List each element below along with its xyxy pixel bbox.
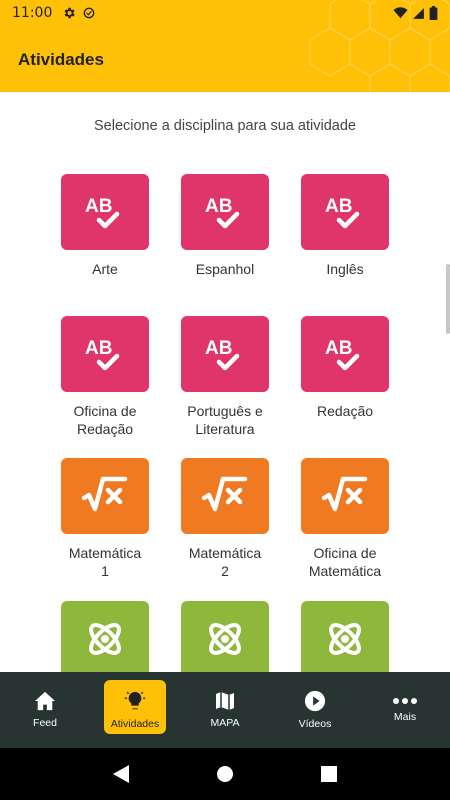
nav-item-feed[interactable]: Feed: [0, 672, 90, 748]
sqrt-x-icon: [201, 476, 248, 512]
subject-tile-matematica-1[interactable]: Matemática 1: [45, 458, 165, 580]
ab-check-icon: AB: [85, 196, 120, 229]
nav-item-mapa[interactable]: MAPA: [180, 672, 270, 748]
data-saver-icon: [83, 7, 95, 19]
ab-check-icon: AB: [325, 196, 360, 229]
play-circle-icon: [304, 690, 326, 712]
subject-label: Oficina de Redação: [73, 403, 137, 437]
svg-text:AB: AB: [85, 196, 112, 217]
atom-icon: [89, 623, 121, 655]
subject-button[interactable]: AB: [61, 174, 149, 250]
subject-button[interactable]: [61, 601, 149, 672]
more-dots-icon: [393, 698, 417, 704]
home-icon: [35, 691, 55, 711]
app-bar: 11:00 Atividades: [0, 0, 450, 92]
bottom-navigation: Feed Atividades MAPA Vídeos Mais: [0, 672, 450, 748]
ab-check-icon: AB: [205, 338, 240, 371]
nav-item-atividades[interactable]: Atividades: [90, 672, 180, 748]
screen: 11:00 Atividades Selecione a disciplina …: [0, 0, 450, 800]
ab-check-icon: AB: [325, 338, 360, 371]
subject-button[interactable]: AB: [61, 316, 149, 392]
battery-icon: [429, 6, 438, 20]
subject-label: Português e Literatura: [187, 403, 263, 437]
nav-item-mais[interactable]: Mais: [360, 672, 450, 748]
subject-tile-redacao[interactable]: AB Redação: [285, 316, 405, 420]
sqrt-x-icon: [321, 476, 368, 512]
system-navigation-bar: [0, 748, 450, 800]
svg-text:AB: AB: [325, 338, 352, 359]
subject-label: Inglês: [326, 261, 364, 277]
subject-button[interactable]: [181, 601, 269, 672]
subject-tile-ingles[interactable]: AB Inglês: [285, 174, 405, 278]
subject-tile-science-1[interactable]: [45, 601, 165, 672]
nav-label: Mais: [393, 711, 417, 723]
subject-tile-oficina-redacao[interactable]: AB Oficina de Redação: [45, 316, 165, 438]
subject-tile-arte[interactable]: AB Arte: [45, 174, 165, 278]
nav-label: Vídeos: [298, 718, 332, 730]
subjects-grid-area[interactable]: Selecione a disciplina para sua atividad…: [0, 92, 450, 672]
nav-label: Atividades: [110, 718, 160, 730]
lightbulb-icon: [124, 691, 146, 710]
nav-label: MAPA: [210, 717, 240, 729]
svg-text:AB: AB: [325, 196, 352, 217]
wifi-icon: [393, 7, 408, 19]
subject-button[interactable]: [301, 601, 389, 672]
svg-text:AB: AB: [205, 196, 232, 217]
subject-label: Matemática 1: [68, 545, 142, 579]
subject-button[interactable]: AB: [301, 174, 389, 250]
subject-label: Arte: [92, 261, 118, 277]
sqrt-x-icon: [81, 476, 128, 512]
subject-button[interactable]: [61, 458, 149, 534]
subject-tile-oficina-matematica[interactable]: Oficina de Matemática: [285, 458, 405, 580]
subject-tile-matematica-2[interactable]: Matemática 2: [165, 458, 285, 580]
subject-button[interactable]: AB: [181, 174, 269, 250]
subject-label: Redação: [316, 403, 374, 419]
back-triangle-icon[interactable]: [113, 765, 130, 783]
subject-label: Espanhol: [195, 261, 255, 277]
atom-icon: [329, 623, 361, 655]
ab-check-icon: AB: [205, 196, 240, 229]
nav-label: Feed: [33, 717, 57, 729]
subject-button[interactable]: [301, 458, 389, 534]
subject-tile-science-2[interactable]: [165, 601, 285, 672]
subject-tile-science-3[interactable]: [285, 601, 405, 672]
scrollbar[interactable]: [446, 264, 450, 334]
svg-text:AB: AB: [205, 338, 232, 359]
nav-item-videos[interactable]: Vídeos: [270, 672, 360, 748]
svg-text:AB: AB: [85, 338, 112, 359]
subject-label: Matemática 2: [188, 545, 262, 579]
settings-gear-icon: [64, 7, 75, 19]
page-title: Atividades: [18, 50, 104, 69]
subject-label: Oficina de Matemática: [308, 545, 382, 579]
subject-tile-portugues-literatura[interactable]: AB Português e Literatura: [165, 316, 285, 438]
subject-button[interactable]: AB: [181, 316, 269, 392]
home-circle-icon[interactable]: [216, 765, 234, 783]
status-bar: 11:00: [0, 0, 450, 26]
status-time: 11:00: [12, 5, 53, 21]
map-icon: [216, 692, 234, 710]
signal-icon: [413, 7, 424, 19]
subject-tile-espanhol[interactable]: AB Espanhol: [165, 174, 285, 278]
subject-button[interactable]: [181, 458, 269, 534]
instruction-text: Selecione a disciplina para sua atividad…: [94, 118, 356, 134]
recents-square-icon[interactable]: [320, 766, 337, 782]
atom-icon: [209, 623, 241, 655]
ab-check-icon: AB: [85, 338, 120, 371]
subject-button[interactable]: AB: [301, 316, 389, 392]
